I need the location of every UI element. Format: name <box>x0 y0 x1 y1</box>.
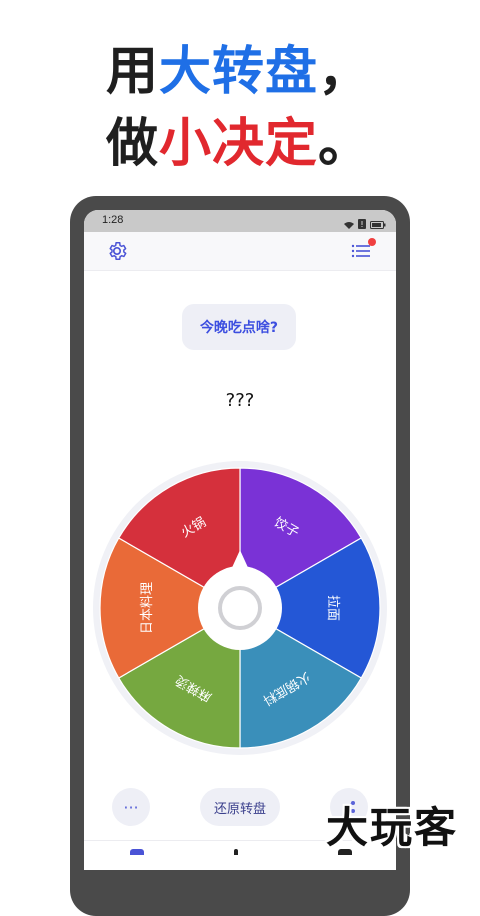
alert-icon <box>358 214 366 233</box>
notification-dot <box>368 238 376 246</box>
spin-wheel[interactable]: 饺子 拉面 火锅底料 麻辣烫 日本料理 火锅 <box>84 458 396 758</box>
headline-2-highlight: 小决定 <box>159 114 319 174</box>
watermark-logo: 大玩客 <box>326 803 459 852</box>
reset-wheel-button[interactable]: 还原转盘 <box>200 788 280 826</box>
question-card[interactable]: 今晚吃点啥? <box>182 304 296 350</box>
more-button[interactable]: ··· <box>112 788 150 826</box>
tab-home-icon[interactable] <box>130 849 144 855</box>
headline-1-prefix: 用 <box>106 42 160 102</box>
battery-icon <box>370 214 386 233</box>
list-menu-icon[interactable] <box>350 238 376 262</box>
headline-2-prefix: 做 <box>106 114 160 174</box>
gear-icon[interactable] <box>106 240 128 262</box>
wheel-segment-label: 日本料理 <box>140 582 155 634</box>
phone-screen: 1:28 今晚吃点啥? ??? 饺子 拉面 火锅底料 麻辣烫 日本料理 火锅 ··· 还原… <box>84 210 396 870</box>
app-bar <box>84 232 396 271</box>
headline-1-highlight: 大转盘 <box>159 42 319 102</box>
status-time: 1:28 <box>102 214 124 226</box>
wifi-icon <box>344 214 354 233</box>
headline-1-suffix: ， <box>318 42 372 102</box>
wheel-svg: 饺子拉面火锅底料麻辣烫日本料理火锅 <box>93 461 387 755</box>
headline-2-suffix: 。 <box>318 114 372 174</box>
tab-add-icon[interactable] <box>234 849 238 855</box>
wheel-center-knob[interactable] <box>198 566 282 650</box>
status-icons <box>344 214 386 233</box>
result-text: ??? <box>225 390 255 411</box>
status-bar: 1:28 <box>84 210 396 232</box>
wheel-segment-label: 拉面 <box>325 595 340 621</box>
